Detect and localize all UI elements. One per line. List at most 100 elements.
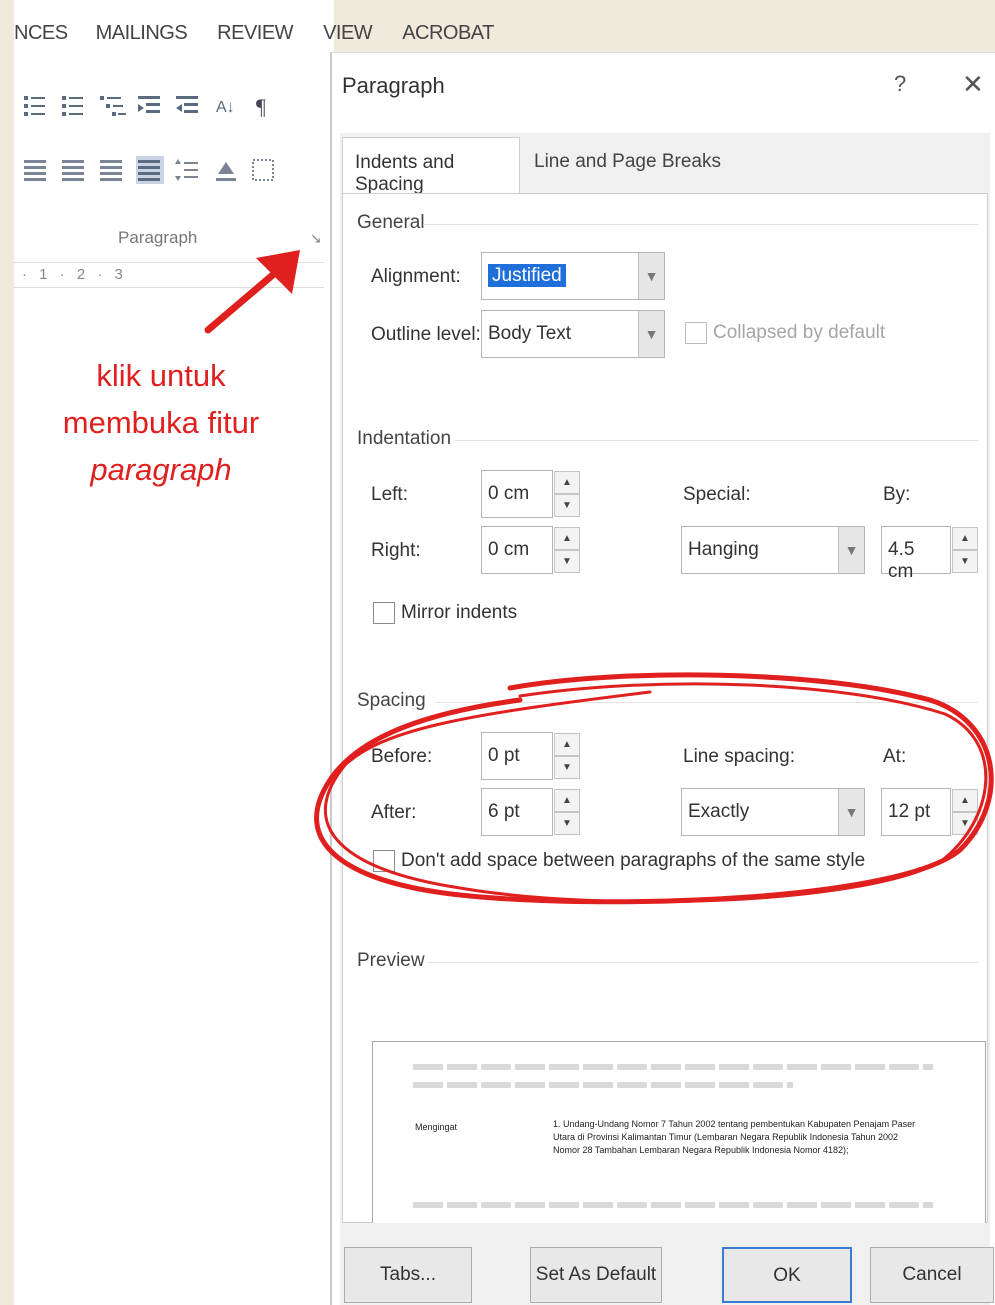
increment-icon[interactable]: ▲: [554, 527, 580, 550]
decrement-icon[interactable]: ▼: [554, 494, 580, 517]
outline-level-select[interactable]: Body Text ▼: [481, 310, 665, 358]
show-formatting-icon[interactable]: ¶: [250, 92, 278, 120]
bullets-icon[interactable]: [22, 92, 50, 120]
special-value: Hanging: [688, 539, 759, 560]
center-icon[interactable]: [60, 156, 88, 184]
increase-indent-icon[interactable]: [174, 92, 202, 120]
tab-review[interactable]: REVIEW: [217, 22, 293, 52]
tab-line-and-page-breaks[interactable]: Line and Page Breaks: [522, 137, 733, 193]
cancel-button[interactable]: Cancel: [870, 1247, 994, 1303]
preview-divider: [427, 962, 978, 963]
ribbon-row-lists: A↓ ¶: [22, 92, 278, 120]
decrement-icon[interactable]: ▼: [554, 756, 580, 779]
increment-icon[interactable]: ▲: [554, 789, 580, 812]
general-divider: [423, 224, 978, 225]
alignment-value: Justified: [488, 264, 566, 287]
tab-acrobat[interactable]: ACROBAT: [402, 22, 494, 52]
shading-icon[interactable]: [212, 156, 240, 184]
by-field[interactable]: 4.5 cm ▲ ▼: [881, 526, 978, 582]
decrement-icon[interactable]: ▼: [554, 550, 580, 573]
align-right-icon[interactable]: [98, 156, 126, 184]
spacing-after-field[interactable]: 6 pt ▲ ▼: [481, 788, 580, 836]
left-indent-value: 0 cm: [488, 483, 530, 504]
line-spacing-label: Line spacing:: [683, 746, 795, 767]
special-select[interactable]: Hanging ▼: [681, 526, 865, 574]
svg-text:A↓: A↓: [216, 99, 235, 116]
outline-level-label: Outline level:: [371, 324, 481, 345]
right-indent-field[interactable]: 0 cm ▲ ▼: [481, 526, 580, 574]
line-spacing-select[interactable]: Exactly ▼: [681, 788, 865, 836]
annotation-line-2: membuka fitur: [62, 405, 260, 440]
align-left-icon[interactable]: [22, 156, 50, 184]
tab-view[interactable]: VIEW: [323, 22, 373, 52]
at-value: 12 pt: [888, 801, 931, 822]
increment-icon[interactable]: ▲: [952, 789, 978, 812]
svg-text:¶: ¶: [256, 94, 266, 119]
outline-level-value: Body Text: [488, 323, 572, 344]
spacing-before-field[interactable]: 0 pt ▲ ▼: [481, 732, 580, 780]
right-indent-label: Right:: [371, 540, 421, 561]
at-stepper[interactable]: ▲ ▼: [952, 789, 978, 835]
increment-icon[interactable]: ▲: [554, 471, 580, 494]
spacing-heading: Spacing: [357, 690, 426, 711]
preview-heading: Preview: [357, 950, 425, 971]
paragraph-dialog-launcher-icon[interactable]: ↘: [310, 230, 322, 247]
decrement-icon[interactable]: ▼: [554, 812, 580, 835]
indentation-divider: [455, 440, 978, 441]
set-as-default-button[interactable]: Set As Default: [530, 1247, 662, 1303]
left-indent-stepper[interactable]: ▲ ▼: [554, 471, 580, 517]
decrement-icon[interactable]: ▼: [952, 550, 978, 573]
mirror-indents-checkbox[interactable]: [373, 602, 395, 624]
spacing-divider: [435, 702, 978, 703]
chevron-down-icon[interactable]: ▼: [838, 527, 864, 573]
preview-box: Mengingat 1. Undang-Undang Nomor 7 Tahun…: [372, 1041, 986, 1247]
spacing-after-stepper[interactable]: ▲ ▼: [554, 789, 580, 835]
right-indent-stepper[interactable]: ▲ ▼: [554, 527, 580, 573]
collapsed-by-default-label: Collapsed by default: [713, 322, 886, 343]
increment-icon[interactable]: ▲: [554, 733, 580, 756]
spacing-after-value: 6 pt: [488, 801, 520, 822]
at-field[interactable]: 12 pt ▲ ▼: [881, 788, 978, 836]
paragraph-group-label: Paragraph: [118, 228, 198, 247]
tab-indents-and-spacing[interactable]: Indents and Spacing: [342, 137, 520, 195]
tab-references[interactable]: NCES: [14, 22, 68, 52]
spacing-before-stepper[interactable]: ▲ ▼: [554, 733, 580, 779]
chevron-down-icon[interactable]: ▼: [638, 311, 664, 357]
by-value: 4.5 cm: [888, 539, 915, 582]
tab-mailings[interactable]: MAILINGS: [96, 22, 188, 52]
by-stepper[interactable]: ▲ ▼: [952, 527, 978, 573]
indentation-heading: Indentation: [357, 428, 452, 449]
ok-button[interactable]: OK: [722, 1247, 852, 1303]
help-icon[interactable]: ?: [894, 71, 906, 97]
left-indent-field[interactable]: 0 cm ▲ ▼: [481, 470, 580, 518]
mirror-indents-label: Mirror indents: [401, 602, 518, 623]
decrease-indent-icon[interactable]: [136, 92, 164, 120]
multilevel-list-icon[interactable]: [98, 92, 126, 120]
general-heading: General: [357, 212, 425, 233]
alignment-select[interactable]: Justified ▼: [481, 252, 665, 300]
dont-add-space-checkbox[interactable]: [373, 850, 395, 872]
numbering-icon[interactable]: [60, 92, 88, 120]
word-window: NCES MAILINGS REVIEW VIEW ACROBAT A↓ ¶ P…: [14, 0, 494, 1305]
borders-icon[interactable]: [250, 156, 278, 184]
decrement-icon[interactable]: ▼: [952, 812, 978, 835]
by-label: By:: [883, 484, 911, 505]
ruler: · 1 · 2 · 3: [14, 262, 324, 288]
sort-icon[interactable]: A↓: [212, 92, 240, 120]
spacing-before-value: 0 pt: [488, 745, 520, 766]
increment-icon[interactable]: ▲: [952, 527, 978, 550]
preview-sample-text: 1. Undang-Undang Nomor 7 Tahun 2002 tent…: [553, 1119, 916, 1155]
annotation-line-1: klik untuk: [96, 358, 226, 393]
paragraph-dialog: Paragraph ? ✕ Indents and Spacing Line a…: [330, 52, 995, 1305]
chevron-down-icon[interactable]: ▼: [638, 253, 664, 299]
line-spacing-value: Exactly: [688, 801, 750, 822]
preview-previous-paragraph: [413, 1082, 793, 1088]
ribbon-row-align: [22, 156, 278, 184]
chevron-down-icon[interactable]: ▼: [838, 789, 864, 835]
tabs-button[interactable]: Tabs...: [344, 1247, 472, 1303]
collapsed-by-default-checkbox[interactable]: [685, 322, 707, 344]
justify-icon[interactable]: [136, 156, 164, 184]
close-icon[interactable]: ✕: [962, 69, 984, 100]
line-spacing-icon[interactable]: [174, 156, 202, 184]
spacing-before-label: Before:: [371, 746, 433, 767]
